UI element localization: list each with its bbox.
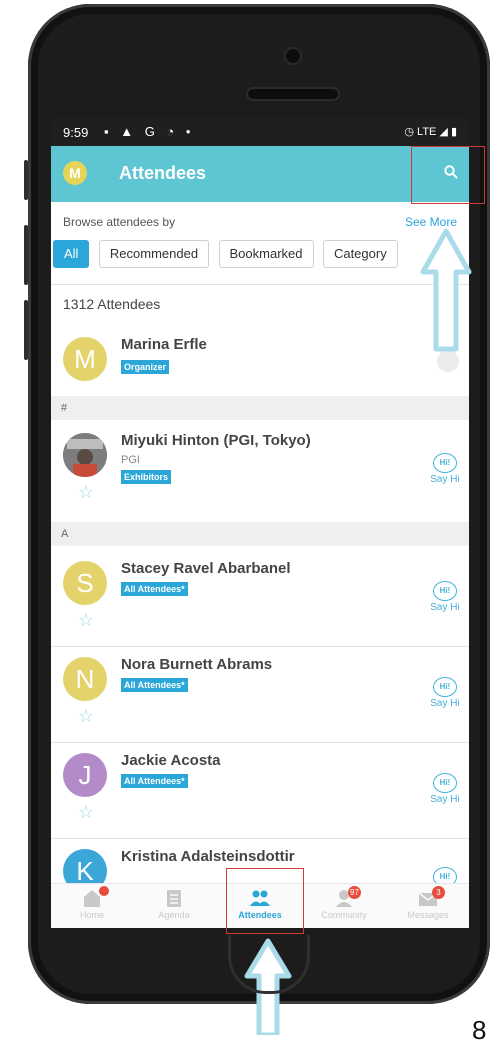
agenda-icon bbox=[163, 888, 185, 908]
page-number: 8 bbox=[472, 1015, 487, 1045]
status-bar: 9:59 ▪ ▲ G ◔ • ◷ LTE ◢ ▮ bbox=[51, 118, 469, 146]
section-header-a: A bbox=[51, 522, 469, 546]
earpiece-speaker bbox=[248, 89, 338, 99]
chat-bubble-icon: Hi! bbox=[433, 453, 457, 473]
say-hi-label: Say Hi bbox=[430, 794, 460, 805]
bookmark-star-icon[interactable]: ☆ bbox=[78, 482, 94, 503]
attendee-row[interactable]: J Jackie Acosta All Attendees* ☆ Hi! Say… bbox=[51, 744, 469, 838]
bookmark-star-icon[interactable]: ☆ bbox=[78, 706, 94, 727]
attendee-name: Jackie Acosta bbox=[121, 752, 221, 769]
volume-up-button bbox=[24, 225, 28, 285]
chat-bubble-icon: Hi! bbox=[433, 867, 457, 883]
filter-all[interactable]: All bbox=[53, 240, 90, 268]
attendee-name: Marina Erfle bbox=[121, 336, 207, 353]
bookmark-star-icon[interactable]: ☆ bbox=[78, 610, 94, 631]
avatar: M bbox=[63, 337, 107, 381]
front-camera bbox=[286, 49, 300, 63]
filter-bookmarked[interactable]: Bookmarked bbox=[218, 240, 314, 268]
divider bbox=[51, 646, 469, 647]
attendee-row[interactable]: N Nora Burnett Abrams All Attendees* ☆ H… bbox=[51, 648, 469, 742]
up-arrow-icon bbox=[420, 228, 472, 352]
messages-badge: 3 bbox=[432, 886, 445, 899]
attendees-tab-highlight-box bbox=[226, 868, 304, 934]
attendee-tag: Organizer bbox=[121, 360, 170, 374]
filter-category[interactable]: Category bbox=[322, 240, 398, 268]
person-photo-icon bbox=[63, 433, 107, 477]
say-hi-button[interactable]: Hi! Say Hi bbox=[425, 676, 465, 709]
divider bbox=[51, 742, 469, 743]
filter-recommended[interactable]: Recommended bbox=[98, 240, 210, 268]
chat-bubble-icon: Hi! bbox=[433, 773, 457, 793]
status-notification-icons: ▪ ▲ G ◔ • bbox=[104, 124, 195, 139]
messages-icon: 3 bbox=[417, 886, 445, 908]
avatar: J bbox=[63, 753, 107, 797]
app-logo[interactable]: M bbox=[63, 161, 87, 185]
attendee-company: PGI bbox=[121, 454, 140, 466]
tab-home-label: Home bbox=[79, 910, 104, 920]
divider bbox=[51, 284, 469, 285]
say-hi-button[interactable]: Hi! Say Hi bbox=[425, 772, 465, 805]
say-hi-button[interactable]: Hi! Say Hi bbox=[425, 580, 465, 613]
home-notification-dot bbox=[99, 886, 109, 896]
volume-down-button bbox=[24, 300, 28, 360]
attendee-row[interactable]: S Stacey Ravel Abarbanel All Attendees* … bbox=[51, 552, 469, 646]
avatar: S bbox=[63, 561, 107, 605]
attendee-tag: All Attendees* bbox=[121, 774, 188, 788]
filter-chips: All Recommended Bookmarked Category bbox=[53, 240, 403, 270]
attendee-name: Stacey Ravel Abarbanel bbox=[121, 560, 291, 577]
page-title: Attendees bbox=[119, 163, 207, 183]
see-more-link[interactable]: See More bbox=[405, 215, 457, 229]
tab-community-label: Community bbox=[321, 910, 367, 920]
say-hi-button[interactable]: Hi! bbox=[425, 866, 465, 883]
attendee-name: Kristina Adalsteinsdottir bbox=[121, 848, 295, 865]
attendee-tag: All Attendees* bbox=[121, 678, 188, 692]
avatar-photo bbox=[63, 433, 107, 477]
community-badge: 97 bbox=[348, 886, 361, 899]
tab-agenda[interactable]: Agenda bbox=[133, 884, 215, 928]
say-hi-label: Say Hi bbox=[430, 602, 460, 613]
avatar: K bbox=[63, 849, 107, 883]
browse-label: Browse attendees by bbox=[63, 215, 176, 229]
search-highlight-box bbox=[411, 146, 485, 204]
say-hi-button[interactable]: Hi! Say Hi bbox=[425, 452, 465, 485]
status-time: 9:59 bbox=[63, 125, 89, 140]
attendee-name: Nora Burnett Abrams bbox=[121, 656, 273, 673]
bookmark-star-icon[interactable]: ☆ bbox=[78, 802, 94, 823]
status-right-icons: ◷ LTE ◢ ▮ bbox=[404, 126, 457, 138]
tab-messages[interactable]: 3 Messages bbox=[387, 884, 469, 928]
tab-agenda-label: Agenda bbox=[158, 910, 190, 920]
section-header-hash: # bbox=[51, 396, 469, 420]
mute-switch bbox=[24, 160, 28, 200]
home-icon bbox=[81, 886, 109, 908]
avatar: N bbox=[63, 657, 107, 701]
chat-bubble-icon: Hi! bbox=[433, 677, 457, 697]
app-bar: M Attendees bbox=[51, 146, 469, 202]
attendee-row[interactable]: Miyuki Hinton (PGI, Tokyo) PGI Exhibitor… bbox=[51, 424, 469, 514]
more-options-icon[interactable] bbox=[437, 350, 459, 372]
tab-home[interactable]: Home bbox=[51, 884, 133, 928]
attendee-row[interactable]: M Marina Erfle Organizer bbox=[51, 328, 469, 396]
tab-messages-label: Messages bbox=[407, 910, 449, 920]
attendee-name: Miyuki Hinton (PGI, Tokyo) bbox=[121, 432, 311, 449]
app-screen: 9:59 ▪ ▲ G ◔ • ◷ LTE ◢ ▮ M Attendees Bro… bbox=[51, 118, 469, 928]
say-hi-label: Say Hi bbox=[430, 698, 460, 709]
community-icon: 97 bbox=[333, 886, 361, 908]
tab-community[interactable]: 97 Community bbox=[303, 884, 385, 928]
chat-bubble-icon: Hi! bbox=[433, 581, 457, 601]
attendee-count: 1312 Attendees bbox=[63, 296, 161, 312]
say-hi-label: Say Hi bbox=[430, 474, 460, 485]
attendee-tag: All Attendees* bbox=[121, 582, 188, 596]
attendee-tag: Exhibitors bbox=[121, 470, 172, 484]
divider bbox=[51, 838, 469, 839]
